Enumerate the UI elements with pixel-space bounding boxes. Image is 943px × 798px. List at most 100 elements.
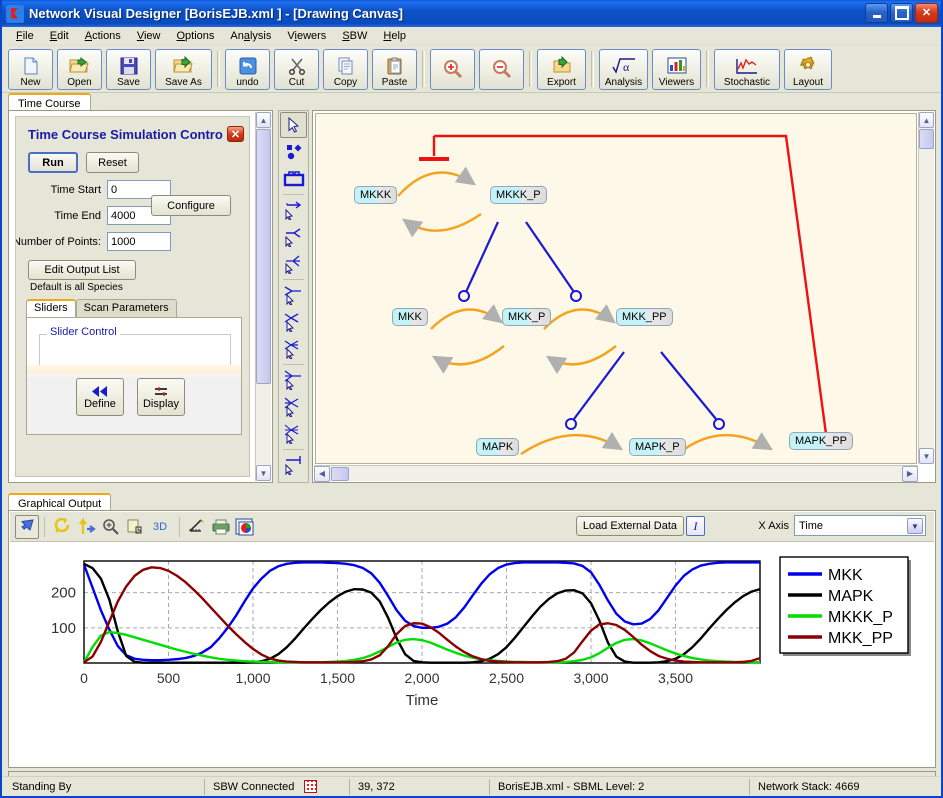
number-of-points-input[interactable]	[107, 232, 171, 251]
gear-icon	[798, 55, 818, 77]
tool-bi-tri-reaction[interactable]	[280, 336, 307, 362]
tool-uni-bi-reaction[interactable]	[280, 224, 307, 250]
canvas-scroll-down-button[interactable]: ▼	[919, 448, 934, 464]
menu-item-file[interactable]: FFileile	[8, 29, 42, 43]
display-button[interactable]: Display	[137, 378, 185, 416]
chart-autoscale-button[interactable]	[74, 515, 98, 539]
analysis-button[interactable]: α Analysis	[599, 48, 648, 90]
scroll-down-button[interactable]: ▼	[256, 465, 271, 481]
layout-button[interactable]: Layout	[784, 48, 832, 90]
chart-refresh-button[interactable]	[50, 515, 74, 539]
zoom-in-button[interactable]	[430, 48, 475, 90]
paste-button[interactable]: Paste	[372, 48, 417, 90]
tool-select-arrow[interactable]	[280, 112, 307, 138]
reaction-arc-mkk-to-mkkp	[430, 304, 503, 330]
node-MAPK_P[interactable]: MAPK_P	[629, 438, 686, 456]
save-button[interactable]: Save	[106, 48, 151, 90]
chart-page-setup-button[interactable]	[122, 515, 146, 539]
chart-properties-button[interactable]	[233, 515, 257, 539]
menu-item-edit[interactable]: Edit	[42, 29, 77, 43]
viewers-button[interactable]: Viewers	[652, 48, 701, 90]
chart-legend-label-MAPK: MAPK	[828, 588, 874, 605]
scroll-up-button[interactable]: ▲	[256, 112, 271, 128]
chart-info-button[interactable]: I	[686, 516, 705, 536]
reaction-arc-mapk-to-mapkp	[520, 431, 624, 456]
node-MKKK[interactable]: MKKK	[354, 186, 398, 204]
tool-activation-edge[interactable]	[280, 479, 307, 483]
tab-sliders[interactable]: Sliders	[26, 299, 76, 317]
new-button[interactable]: New	[8, 48, 53, 90]
reaction-arc-mapkp-to-mapkpp	[677, 432, 774, 455]
tool-compartment[interactable]	[280, 166, 307, 192]
tool-uni-tri-reaction[interactable]	[280, 251, 307, 277]
time-course-scrollbar[interactable]: ▲ ▼	[255, 112, 271, 481]
configure-button[interactable]: Configure	[151, 195, 231, 216]
run-button[interactable]: Run	[28, 152, 78, 173]
toolbar-separator-4	[591, 51, 594, 87]
chart-select-tool[interactable]	[15, 514, 39, 539]
tool-bi-bi-reaction[interactable]	[280, 309, 307, 335]
canvas-scroll-up-button[interactable]: ▲	[919, 112, 934, 128]
menu-item-sbw[interactable]: SBW	[334, 29, 375, 43]
node-shapes-icon	[286, 144, 301, 160]
menu-item-options[interactable]: Options	[168, 29, 222, 43]
tool-node-shapes[interactable]	[280, 139, 307, 165]
save-as-button[interactable]: Save As	[155, 48, 212, 90]
chart-print-button[interactable]	[209, 515, 233, 539]
canvas-horizontal-scrollbar[interactable]: ◀ ▶	[314, 465, 918, 482]
export-button[interactable]: Export	[537, 48, 586, 90]
menu-item-analysis[interactable]: Analysis	[222, 29, 279, 43]
chart-measure-button[interactable]	[185, 515, 209, 539]
menu-item-help[interactable]: Help	[375, 29, 414, 43]
svg-text:α: α	[623, 60, 630, 74]
node-MAPK[interactable]: MAPK	[476, 438, 520, 456]
double-left-arrow-icon	[92, 385, 107, 397]
tool-tri-tri-reaction[interactable]	[280, 421, 307, 447]
minimize-button[interactable]	[865, 3, 888, 23]
canvas-vscroll-thumb[interactable]	[919, 129, 934, 149]
node-MKK_P[interactable]: MKK_P	[502, 308, 552, 326]
chart-ytick-label: 100	[51, 620, 76, 637]
reset-button[interactable]: Reset	[86, 152, 139, 173]
node-MKK[interactable]: MKK	[392, 308, 428, 326]
analysis-button-label: Analysis	[604, 76, 643, 88]
panel-close-button[interactable]: ✕	[227, 126, 244, 142]
menu-item-view[interactable]: View	[129, 29, 169, 43]
cut-button[interactable]: Cut	[274, 48, 319, 90]
tool-bi-uni-reaction[interactable]	[280, 282, 307, 308]
load-external-data-button[interactable]: Load External Data	[575, 516, 684, 536]
stochastic-button[interactable]: Stochastic	[714, 48, 780, 90]
define-button[interactable]: Define	[76, 378, 124, 416]
edit-output-list-button[interactable]: Edit Output List	[28, 260, 136, 280]
modifier-node-4	[713, 418, 725, 430]
tri-tri-reaction-icon	[284, 424, 298, 444]
drawing-canvas[interactable]: MKKK MKKK_P MKK MKK_P MKK_PP MAPK MAPK_P…	[315, 113, 917, 464]
tab-scan-parameters[interactable]: Scan Parameters	[75, 299, 177, 317]
zoom-out-button[interactable]	[479, 48, 524, 90]
save-as-icon	[173, 55, 194, 77]
close-button[interactable]: ✕	[915, 3, 938, 23]
chart-plot-area[interactable]: 0 500 1,000 1,500 2,000 2,500 3,000 3,500 100 200…	[10, 543, 934, 766]
canvas-scroll-right-button[interactable]: ▶	[902, 465, 918, 482]
canvas-scroll-left-button[interactable]: ◀	[314, 465, 330, 482]
canvas-vertical-scrollbar[interactable]: ▲ ▼	[918, 112, 934, 464]
copy-button[interactable]: Copy	[323, 48, 368, 90]
node-MKK_PP[interactable]: MKK_PP	[616, 308, 673, 326]
tool-tri-bi-reaction[interactable]	[280, 394, 307, 420]
maximize-button[interactable]	[890, 3, 913, 23]
tool-uni-uni-reaction[interactable]	[280, 197, 307, 223]
scroll-thumb[interactable]	[256, 129, 271, 384]
menu-item-actions[interactable]: Actions	[77, 29, 129, 43]
chart-3d-button[interactable]: 3D	[146, 515, 174, 539]
menu-item-viewers[interactable]: Viewers	[279, 29, 334, 43]
undo-button[interactable]: undo	[225, 48, 270, 90]
node-MAPK_PP[interactable]: MAPK_PP	[789, 432, 853, 450]
node-MKKK_P[interactable]: MKKK_P	[490, 186, 547, 204]
activation-edge-icon	[283, 482, 305, 483]
tool-inhibition-edge[interactable]	[280, 452, 307, 478]
chart-zoom-button[interactable]	[98, 515, 122, 539]
canvas-hscroll-thumb[interactable]	[331, 466, 349, 481]
open-button[interactable]: Open	[57, 48, 102, 90]
x-axis-select[interactable]: Time ▼	[794, 515, 926, 536]
tool-tri-uni-reaction[interactable]	[280, 367, 307, 393]
